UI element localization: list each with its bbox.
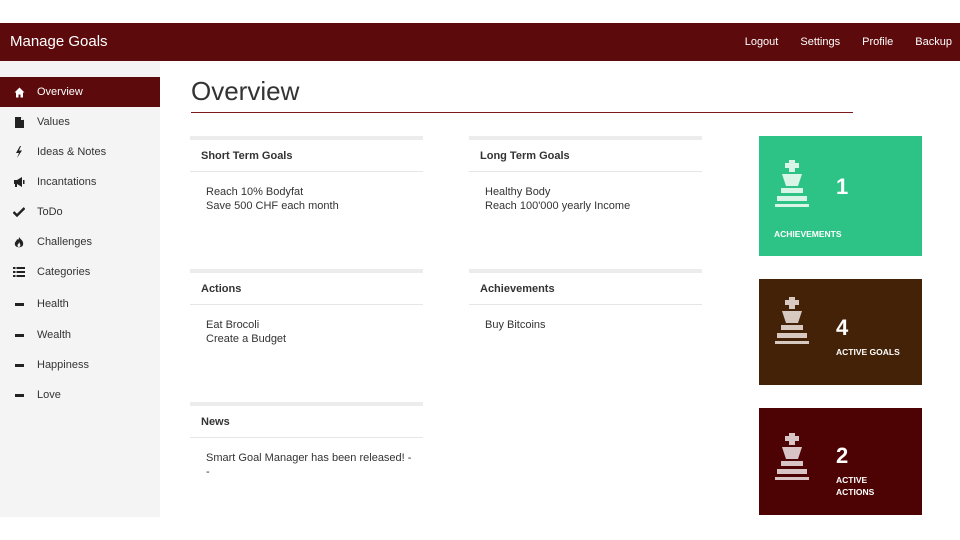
sidebar-item-label: ToDo bbox=[37, 206, 63, 218]
sidebar-item-label: Love bbox=[37, 389, 61, 401]
sidebar-item-label: Overview bbox=[37, 86, 83, 98]
sidebar-item-label: Happiness bbox=[37, 359, 89, 371]
chess-king-icon bbox=[775, 297, 809, 344]
list-icon bbox=[13, 265, 25, 279]
sidebar-item-label: Wealth bbox=[37, 329, 72, 341]
minus-icon bbox=[13, 297, 25, 311]
profile-link[interactable]: Profile bbox=[862, 36, 893, 48]
sidebar-item-overview[interactable]: Overview bbox=[0, 77, 160, 107]
sidebar-item-love[interactable]: Love bbox=[0, 380, 160, 410]
sidebar-item-health[interactable]: Health bbox=[0, 289, 160, 319]
actions-panel: Actions Eat Brocoli Create a Budget bbox=[190, 269, 423, 346]
goal-item[interactable]: Save 500 CHF each month bbox=[206, 199, 423, 213]
panel-title: Achievements bbox=[469, 273, 702, 305]
active-actions-stat-tile[interactable]: 2 ACTIVE ACTIONS bbox=[759, 408, 922, 515]
sidebar-item-label: Categories bbox=[37, 266, 91, 278]
sidebar-item-categories[interactable]: Categories bbox=[0, 257, 160, 287]
bolt-icon bbox=[13, 145, 25, 159]
stat-value: 1 bbox=[836, 174, 849, 199]
news-panel: News Smart Goal Manager has been release… bbox=[190, 402, 423, 479]
long-term-goals-panel: Long Term Goals Healthy Body Reach 100'0… bbox=[469, 136, 702, 213]
sidebar-item-label: Health bbox=[37, 298, 69, 310]
sidebar-item-todo[interactable]: ToDo bbox=[0, 197, 160, 227]
short-term-goals-panel: Short Term Goals Reach 10% Bodyfat Save … bbox=[190, 136, 423, 213]
minus-icon bbox=[13, 388, 25, 402]
minus-icon bbox=[13, 358, 25, 372]
page-title: Overview bbox=[191, 76, 300, 106]
goal-item[interactable]: Reach 10% Bodyfat bbox=[206, 185, 423, 199]
goal-item[interactable]: Healthy Body bbox=[485, 185, 702, 199]
achievements-stat-tile[interactable]: 1 ACHIEVEMENTS bbox=[759, 136, 922, 256]
minus-icon bbox=[13, 328, 25, 342]
sidebar-item-label: Incantations bbox=[37, 176, 97, 188]
top-navbar: Manage Goals Logout Settings Profile Bac… bbox=[0, 23, 960, 61]
chess-king-icon bbox=[775, 433, 809, 480]
sidebar-item-values[interactable]: Values bbox=[0, 107, 160, 137]
nav-links: Logout Settings Profile Backup bbox=[723, 36, 952, 48]
sidebar-item-label: Values bbox=[37, 116, 70, 128]
sidebar-item-challenges[interactable]: Challenges bbox=[0, 227, 160, 257]
achievement-item[interactable]: Buy Bitcoins bbox=[485, 318, 702, 332]
stat-value: 2 bbox=[836, 443, 849, 468]
check-icon bbox=[13, 205, 25, 219]
logout-link[interactable]: Logout bbox=[745, 36, 779, 48]
app-brand[interactable]: Manage Goals bbox=[10, 33, 108, 50]
home-icon bbox=[13, 85, 25, 99]
panel-title: Actions bbox=[190, 273, 423, 305]
panel-title: Short Term Goals bbox=[190, 140, 423, 172]
settings-link[interactable]: Settings bbox=[800, 36, 840, 48]
stat-label: ACTIVE GOALS bbox=[836, 347, 900, 357]
file-icon bbox=[13, 115, 25, 129]
chess-king-icon bbox=[775, 160, 809, 207]
active-goals-stat-tile[interactable]: 4 ACTIVE GOALS bbox=[759, 279, 922, 385]
stat-value: 4 bbox=[836, 315, 849, 340]
action-item[interactable]: Create a Budget bbox=[206, 332, 423, 346]
panel-title: News bbox=[190, 406, 423, 438]
stat-label: ACHIEVEMENTS bbox=[774, 229, 842, 239]
bullhorn-icon bbox=[13, 175, 25, 189]
sidebar-item-wealth[interactable]: Wealth bbox=[0, 320, 160, 350]
stat-label: ACTIVE ACTIONS bbox=[836, 475, 875, 497]
panel-title: Long Term Goals bbox=[469, 140, 702, 172]
sidebar-item-happiness[interactable]: Happiness bbox=[0, 350, 160, 380]
fire-icon bbox=[13, 235, 25, 249]
sidebar: Overview Values Ideas & Notes Incantatio… bbox=[0, 61, 160, 517]
sidebar-item-label: Ideas & Notes bbox=[37, 146, 107, 158]
achievements-panel: Achievements Buy Bitcoins bbox=[469, 269, 702, 332]
goal-item[interactable]: Reach 100'000 yearly Income bbox=[485, 199, 702, 213]
backup-link[interactable]: Backup bbox=[915, 36, 952, 48]
sidebar-item-incantations[interactable]: Incantations bbox=[0, 167, 160, 197]
news-item: Smart Goal Manager has been released! - … bbox=[206, 452, 412, 478]
action-item[interactable]: Eat Brocoli bbox=[206, 318, 423, 332]
title-divider bbox=[191, 112, 853, 113]
sidebar-item-ideas-notes[interactable]: Ideas & Notes bbox=[0, 137, 160, 167]
sidebar-item-label: Challenges bbox=[37, 236, 93, 248]
